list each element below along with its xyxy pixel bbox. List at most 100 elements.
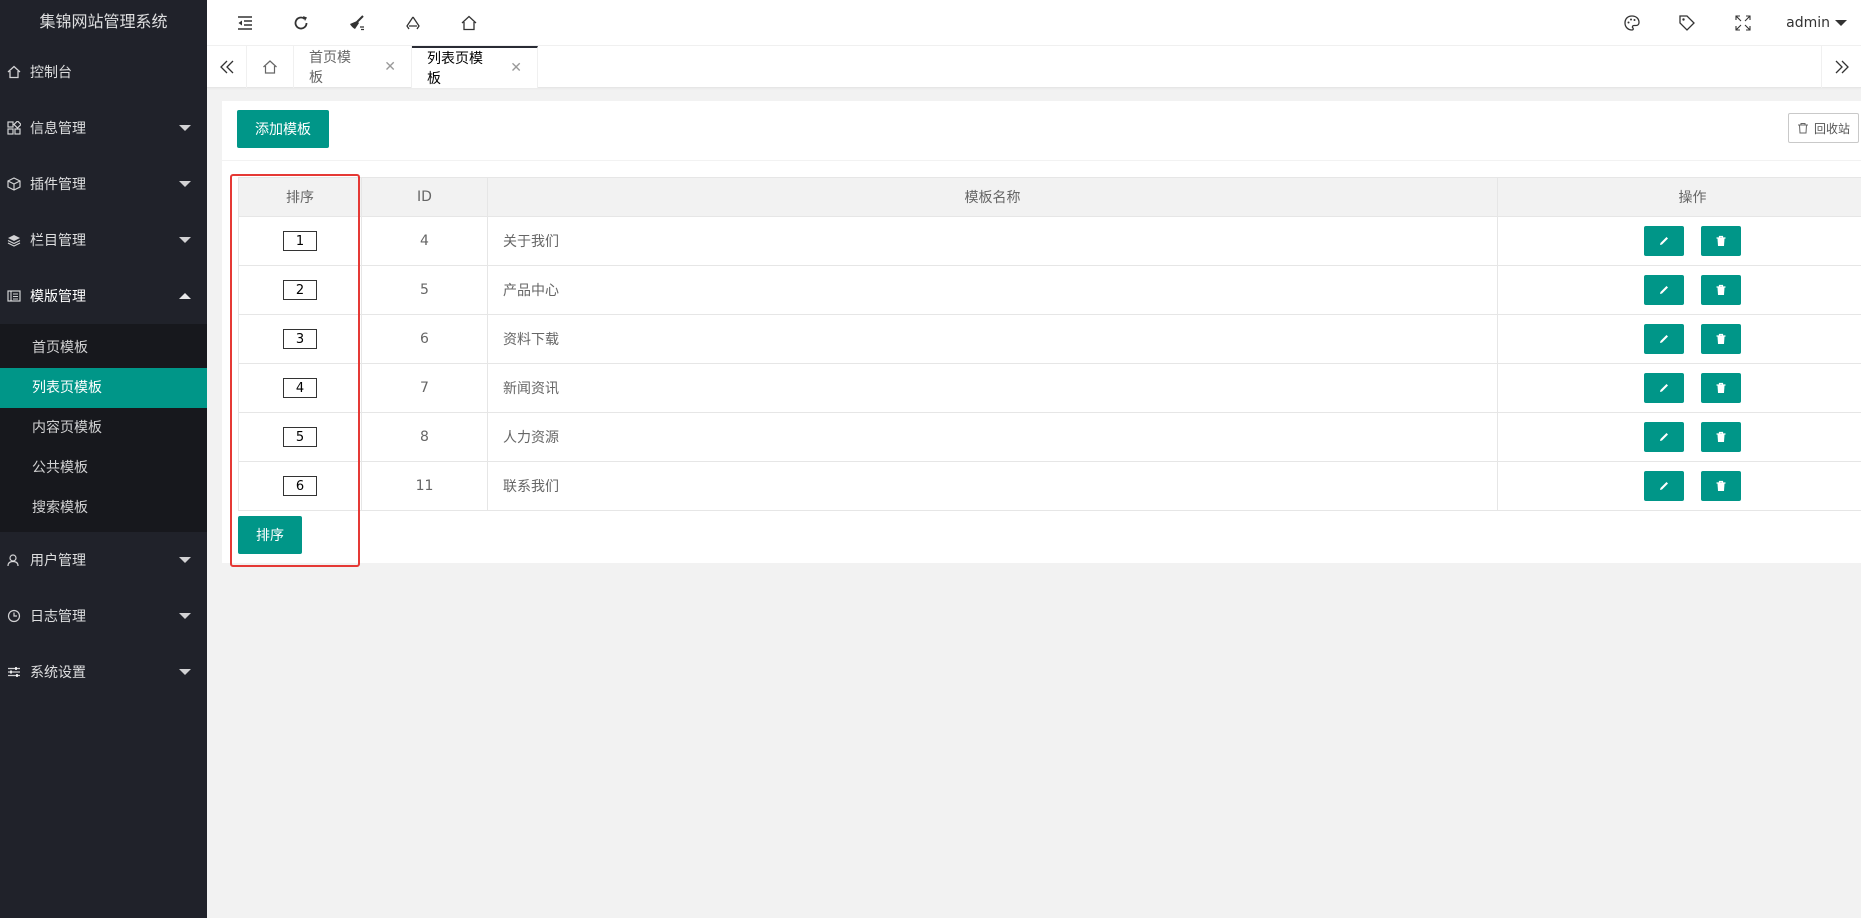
tab-label: 列表页模板: [427, 51, 483, 87]
sort-order-input[interactable]: [283, 427, 317, 447]
sidebar-item-label: 模版管理: [30, 289, 86, 305]
column-header-id: ID: [361, 177, 488, 217]
trash-icon: [1797, 123, 1808, 134]
table-row: 6 资料下载: [238, 314, 1861, 364]
sort-order-input[interactable]: [283, 476, 317, 496]
submenu-item-search-template[interactable]: 搜索模板: [0, 488, 207, 528]
menu-fold-icon[interactable]: [233, 11, 257, 35]
chevron-down-icon: [179, 181, 191, 187]
tabs-bar: 首页模板 ✕ 列表页模板 ✕: [207, 46, 1861, 88]
sidebar-item-logs[interactable]: 日志管理: [0, 588, 207, 644]
pencil-icon: [1660, 433, 1669, 441]
chevron-down-icon: [179, 237, 191, 243]
trash-icon: [1716, 235, 1726, 246]
tab-label: 首页模板: [309, 50, 351, 86]
column-header-name: 模板名称: [487, 177, 1498, 217]
sliders-icon: [6, 664, 22, 680]
sidebar-item-templates[interactable]: 模版管理: [0, 268, 207, 324]
id-cell: 5: [361, 265, 488, 315]
id-cell: 7: [361, 363, 488, 413]
submenu-item-common-template[interactable]: 公共模板: [0, 448, 207, 488]
name-cell: 联系我们: [487, 461, 1498, 511]
edit-button[interactable]: [1644, 324, 1685, 354]
delete-button[interactable]: [1700, 422, 1741, 452]
trash-icon: [1716, 284, 1726, 295]
id-cell: 6: [361, 314, 488, 364]
edit-button[interactable]: [1644, 471, 1685, 501]
sort-order-input[interactable]: [283, 329, 317, 349]
sort-cell: [238, 412, 362, 462]
name-cell: 产品中心: [487, 265, 1498, 315]
submenu-item-list-template[interactable]: 列表页模板: [0, 368, 207, 408]
trash-icon: [1716, 480, 1726, 491]
edit-button[interactable]: [1644, 422, 1685, 452]
toolbar: 添加模板 回收站: [222, 101, 1861, 161]
submenu-item-home-template[interactable]: 首页模板: [0, 328, 207, 368]
sort-order-input[interactable]: [283, 231, 317, 251]
pencil-icon: [1660, 335, 1669, 343]
sort-cell: [238, 216, 362, 266]
pencil-icon: [1660, 286, 1669, 294]
tabs-scroll-right-icon[interactable]: [1821, 46, 1861, 88]
name-cell: 新闻资讯: [487, 363, 1498, 413]
delete-button[interactable]: [1700, 275, 1741, 305]
layers-icon: [6, 232, 22, 248]
tabs-scroll-left-icon[interactable]: [207, 46, 247, 88]
table-row: 5 产品中心: [238, 265, 1861, 315]
sidebar-item-plugins[interactable]: 插件管理: [0, 156, 207, 212]
name-cell: 人力资源: [487, 412, 1498, 462]
sidebar-item-dashboard[interactable]: 控制台: [0, 44, 207, 100]
close-icon[interactable]: ✕: [384, 59, 396, 75]
add-template-button[interactable]: 添加模板: [237, 110, 329, 148]
delete-button[interactable]: [1700, 324, 1741, 354]
clear-cache-icon[interactable]: [345, 11, 369, 35]
sort-cell: [238, 314, 362, 364]
home-icon: [6, 64, 22, 80]
chevron-down-icon: [179, 613, 191, 619]
tab-list-template[interactable]: 列表页模板 ✕: [412, 46, 538, 88]
sidebar-item-info[interactable]: 信息管理: [0, 100, 207, 156]
user-menu[interactable]: admin: [1786, 0, 1847, 46]
clock-icon: [6, 608, 22, 624]
cube-icon: [6, 176, 22, 192]
actions-cell: [1497, 314, 1861, 364]
sidebar-item-users[interactable]: 用户管理: [0, 532, 207, 588]
delete-button[interactable]: [1700, 226, 1741, 256]
sidebar-item-columns[interactable]: 栏目管理: [0, 212, 207, 268]
home-tab[interactable]: [247, 46, 294, 88]
table-row: 8 人力资源: [238, 412, 1861, 462]
edit-button[interactable]: [1644, 275, 1685, 305]
user-icon: [6, 552, 22, 568]
edit-button[interactable]: [1644, 226, 1685, 256]
sort-order-input[interactable]: [283, 378, 317, 398]
theme-palette-icon[interactable]: [1620, 11, 1644, 35]
recycle-bin-label: 回收站: [1813, 121, 1850, 136]
tag-icon[interactable]: [1675, 11, 1699, 35]
sidebar-item-label: 插件管理: [30, 177, 86, 193]
delete-button[interactable]: [1700, 373, 1741, 403]
recycle-bin-button[interactable]: 回收站: [1787, 113, 1859, 143]
sidebar: 集锦网站管理系统 控制台 信息管理 插件管理 栏目管理 模版管理 首页模板 列表…: [0, 0, 207, 918]
close-icon[interactable]: ✕: [510, 60, 522, 76]
template-submenu: 首页模板 列表页模板 内容页模板 公共模板 搜索模板: [0, 324, 207, 532]
home-icon[interactable]: [457, 11, 481, 35]
sidebar-item-label: 日志管理: [30, 609, 86, 625]
recycle-icon[interactable]: [401, 11, 425, 35]
template-icon: [6, 288, 22, 304]
sort-button[interactable]: 排序: [238, 516, 302, 554]
submenu-item-content-template[interactable]: 内容页模板: [0, 408, 207, 448]
edit-button[interactable]: [1644, 373, 1685, 403]
sidebar-item-settings[interactable]: 系统设置: [0, 644, 207, 700]
actions-cell: [1497, 265, 1861, 315]
tab-home-template[interactable]: 首页模板 ✕: [294, 46, 412, 88]
sidebar-item-label: 信息管理: [30, 121, 86, 137]
actions-cell: [1497, 461, 1861, 511]
sort-cell: [238, 363, 362, 413]
refresh-icon[interactable]: [289, 11, 313, 35]
column-header-actions: 操作: [1497, 177, 1861, 217]
trash-icon: [1716, 382, 1726, 393]
sort-order-input[interactable]: [283, 280, 317, 300]
delete-button[interactable]: [1700, 471, 1741, 501]
id-cell: 11: [361, 461, 488, 511]
fullscreen-icon[interactable]: [1731, 11, 1755, 35]
